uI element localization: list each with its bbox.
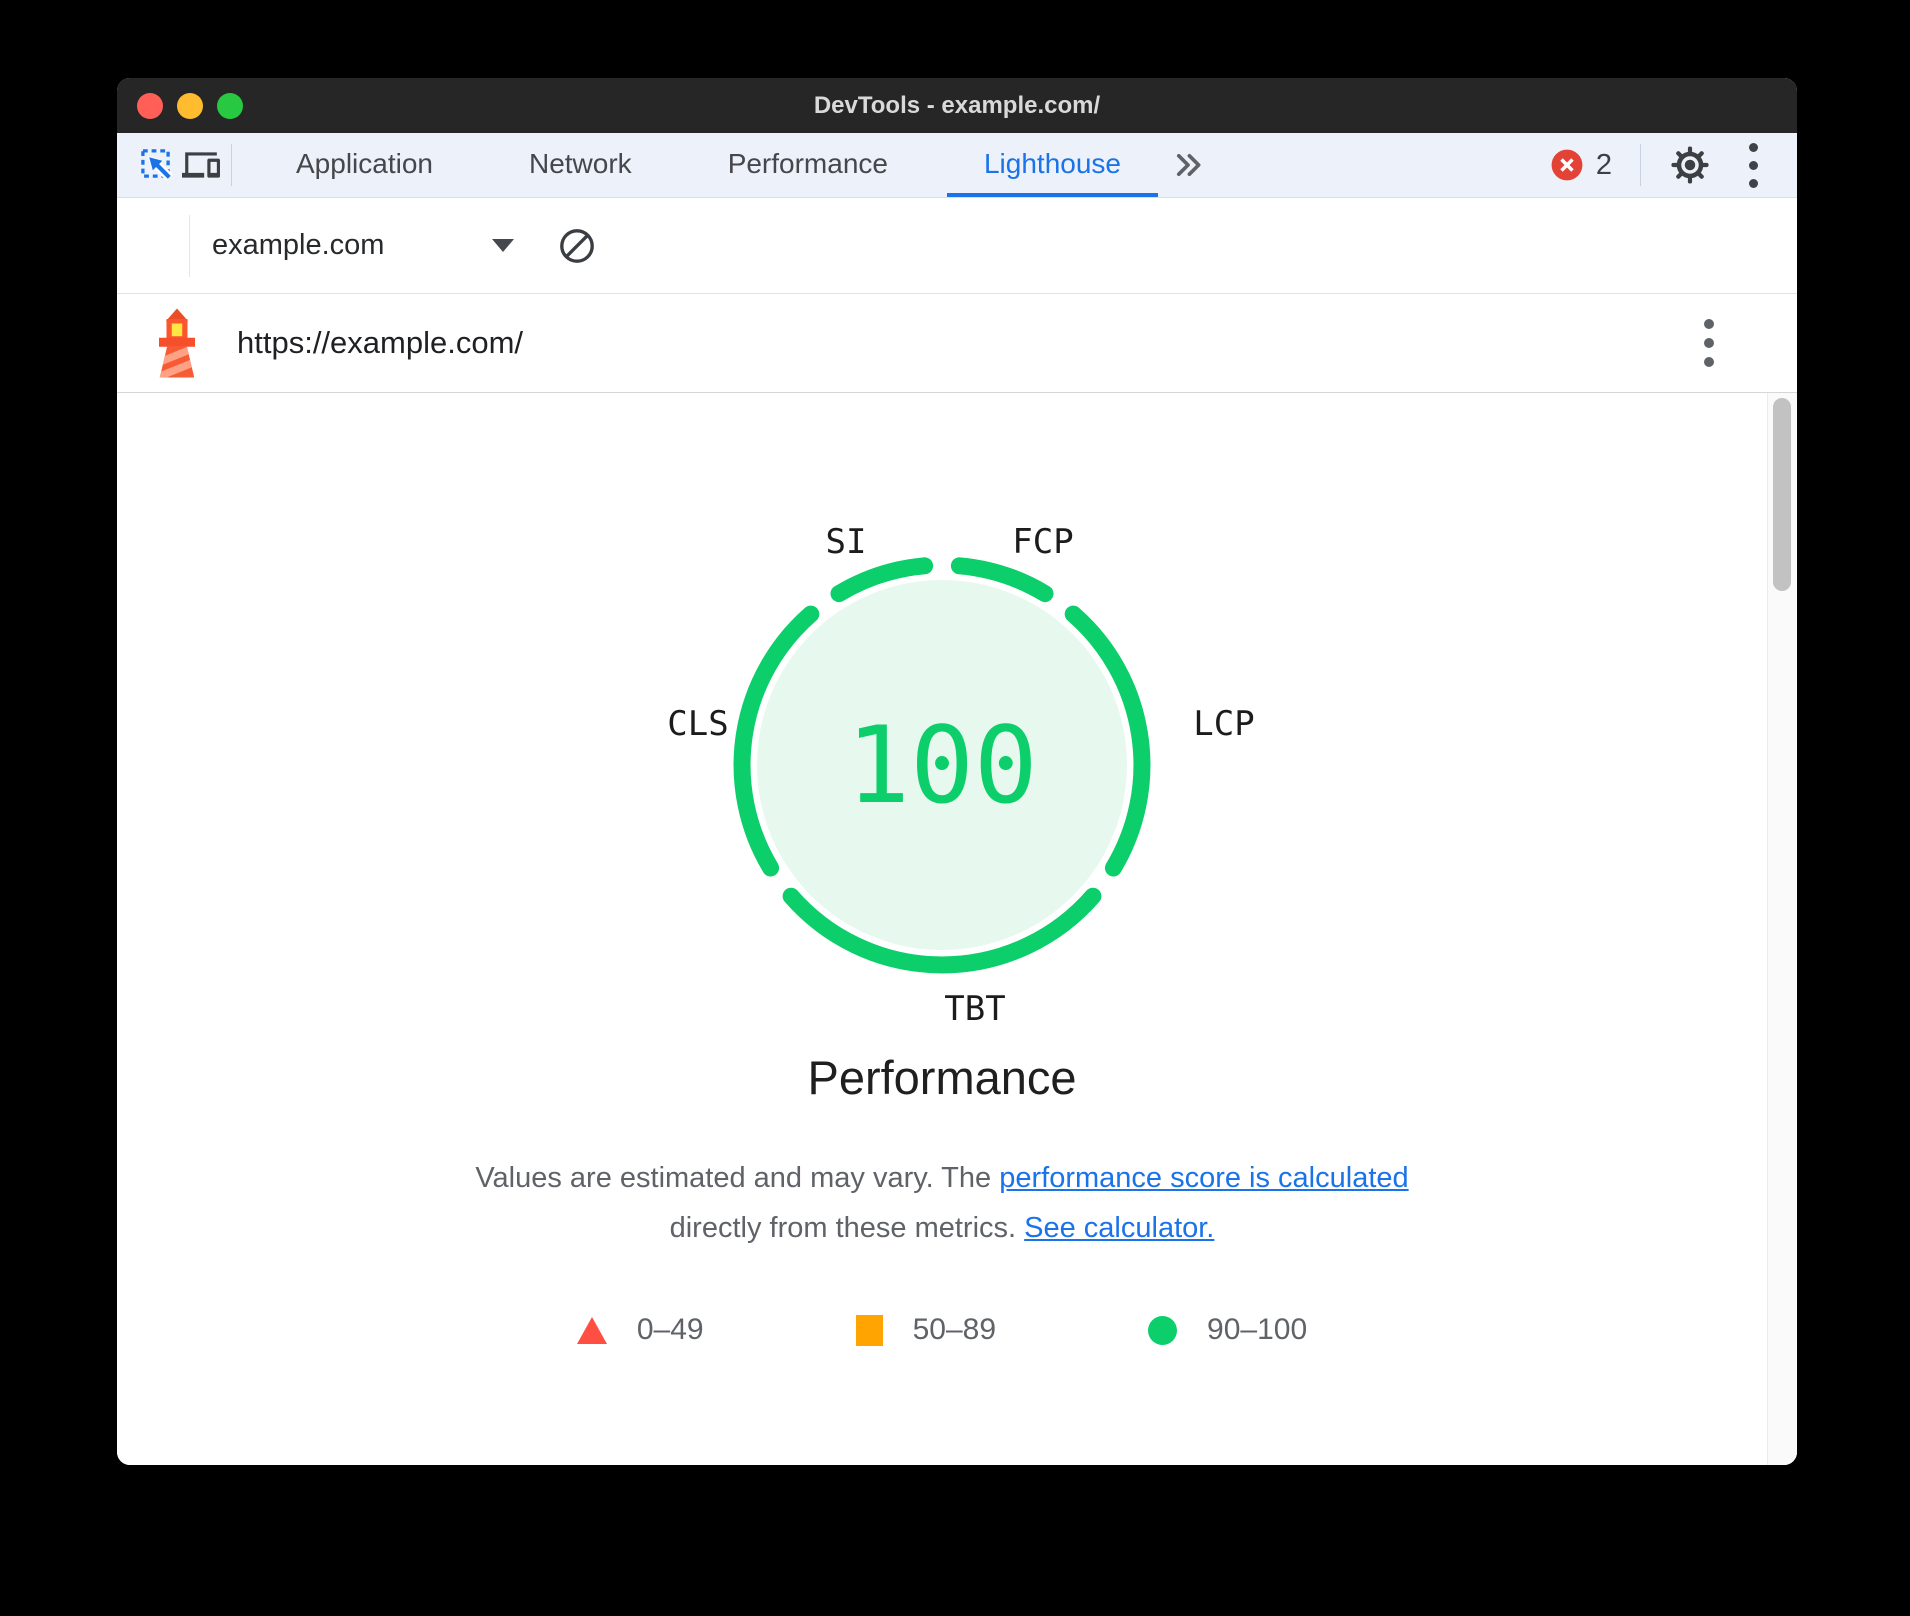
error-icon <box>1551 149 1583 181</box>
report-menu-button[interactable] <box>1689 319 1729 367</box>
target-select[interactable]: example.com <box>212 216 514 276</box>
report-url: https://example.com/ <box>237 325 523 361</box>
inspect-element-button[interactable] <box>135 139 179 191</box>
tab-performance[interactable]: Performance <box>680 133 936 197</box>
tab-network[interactable]: Network <box>481 133 680 197</box>
metric-label-lcp: LCP <box>1193 704 1254 744</box>
titlebar: DevTools - example.com/ <box>117 78 1797 133</box>
panel-tabs: Application Network Performance Lighthou… <box>248 133 1169 197</box>
performance-score: 100 <box>712 535 1172 995</box>
metric-label-fcp: FCP <box>1012 522 1073 562</box>
target-select-value: example.com <box>212 229 384 262</box>
block-icon <box>558 227 596 265</box>
add-target-button[interactable]: plus <box>133 218 177 274</box>
disclaimer-text: directly from these metrics. <box>670 1212 1025 1244</box>
devtools-window: DevTools - example.com/ Application Netw… <box>117 78 1797 1465</box>
inspect-icon <box>139 147 175 183</box>
lighthouse-report: 100 SI FCP LCP CLS TBT Performance Value… <box>117 393 1797 1465</box>
chevron-down-icon <box>492 239 514 252</box>
report-header: https://example.com/ <box>117 294 1797 393</box>
metric-label-cls: CLS <box>667 704 728 744</box>
toolbar-right-cluster: 2 <box>1551 143 1797 188</box>
toolbar-divider <box>1640 144 1641 186</box>
metric-label-tbt: TBT <box>944 989 1005 1029</box>
legend-item-average: 50–89 <box>856 1313 996 1347</box>
average-square-icon <box>856 1315 883 1346</box>
legend-label: 50–89 <box>913 1313 996 1347</box>
lighthouse-logo-icon <box>141 307 213 379</box>
pass-circle-icon <box>1148 1316 1177 1345</box>
legend-item-fail: 0–49 <box>577 1313 704 1347</box>
gear-icon <box>1669 144 1711 186</box>
category-title: Performance <box>117 1050 1767 1106</box>
scrollbar-track[interactable] <box>1767 393 1797 1465</box>
see-calculator-link[interactable]: See calculator. <box>1024 1212 1214 1244</box>
fail-triangle-icon <box>577 1317 607 1344</box>
toolbar-divider <box>189 215 190 277</box>
metric-label-si: SI <box>826 522 867 562</box>
score-legend: 0–49 50–89 90–100 <box>117 1313 1767 1347</box>
tabs-toolbar: Application Network Performance Lighthou… <box>117 133 1797 198</box>
devtools-menu-button[interactable] <box>1733 143 1773 188</box>
score-calculation-link[interactable]: performance score is calculated <box>999 1162 1408 1194</box>
device-toolbar-icon <box>182 146 220 184</box>
more-tabs-button[interactable] <box>1171 148 1205 182</box>
settings-button[interactable] <box>1669 144 1711 186</box>
error-count: 2 <box>1596 149 1612 182</box>
score-disclaimer: Values are estimated and may vary. The p… <box>437 1153 1447 1253</box>
legend-item-pass: 90–100 <box>1148 1313 1307 1347</box>
toolbar-divider <box>231 144 232 186</box>
toggle-device-toolbar-button[interactable] <box>179 139 223 191</box>
legend-label: 0–49 <box>637 1313 704 1347</box>
console-errors-button[interactable]: 2 <box>1551 149 1612 182</box>
legend-label: 90–100 <box>1207 1313 1307 1347</box>
performance-gauge: 100 SI FCP LCP CLS TBT <box>592 508 1292 1048</box>
disclaimer-text: Values are estimated and may vary. The <box>475 1162 999 1194</box>
target-toolbar: plus example.com <box>117 198 1797 294</box>
window-title: DevTools - example.com/ <box>117 92 1797 120</box>
tab-application[interactable]: Application <box>248 133 481 197</box>
tab-lighthouse[interactable]: Lighthouse <box>936 133 1169 197</box>
clear-button[interactable] <box>558 227 596 265</box>
scrollbar-thumb[interactable] <box>1773 398 1791 591</box>
chevron-double-right-icon <box>1171 148 1205 182</box>
